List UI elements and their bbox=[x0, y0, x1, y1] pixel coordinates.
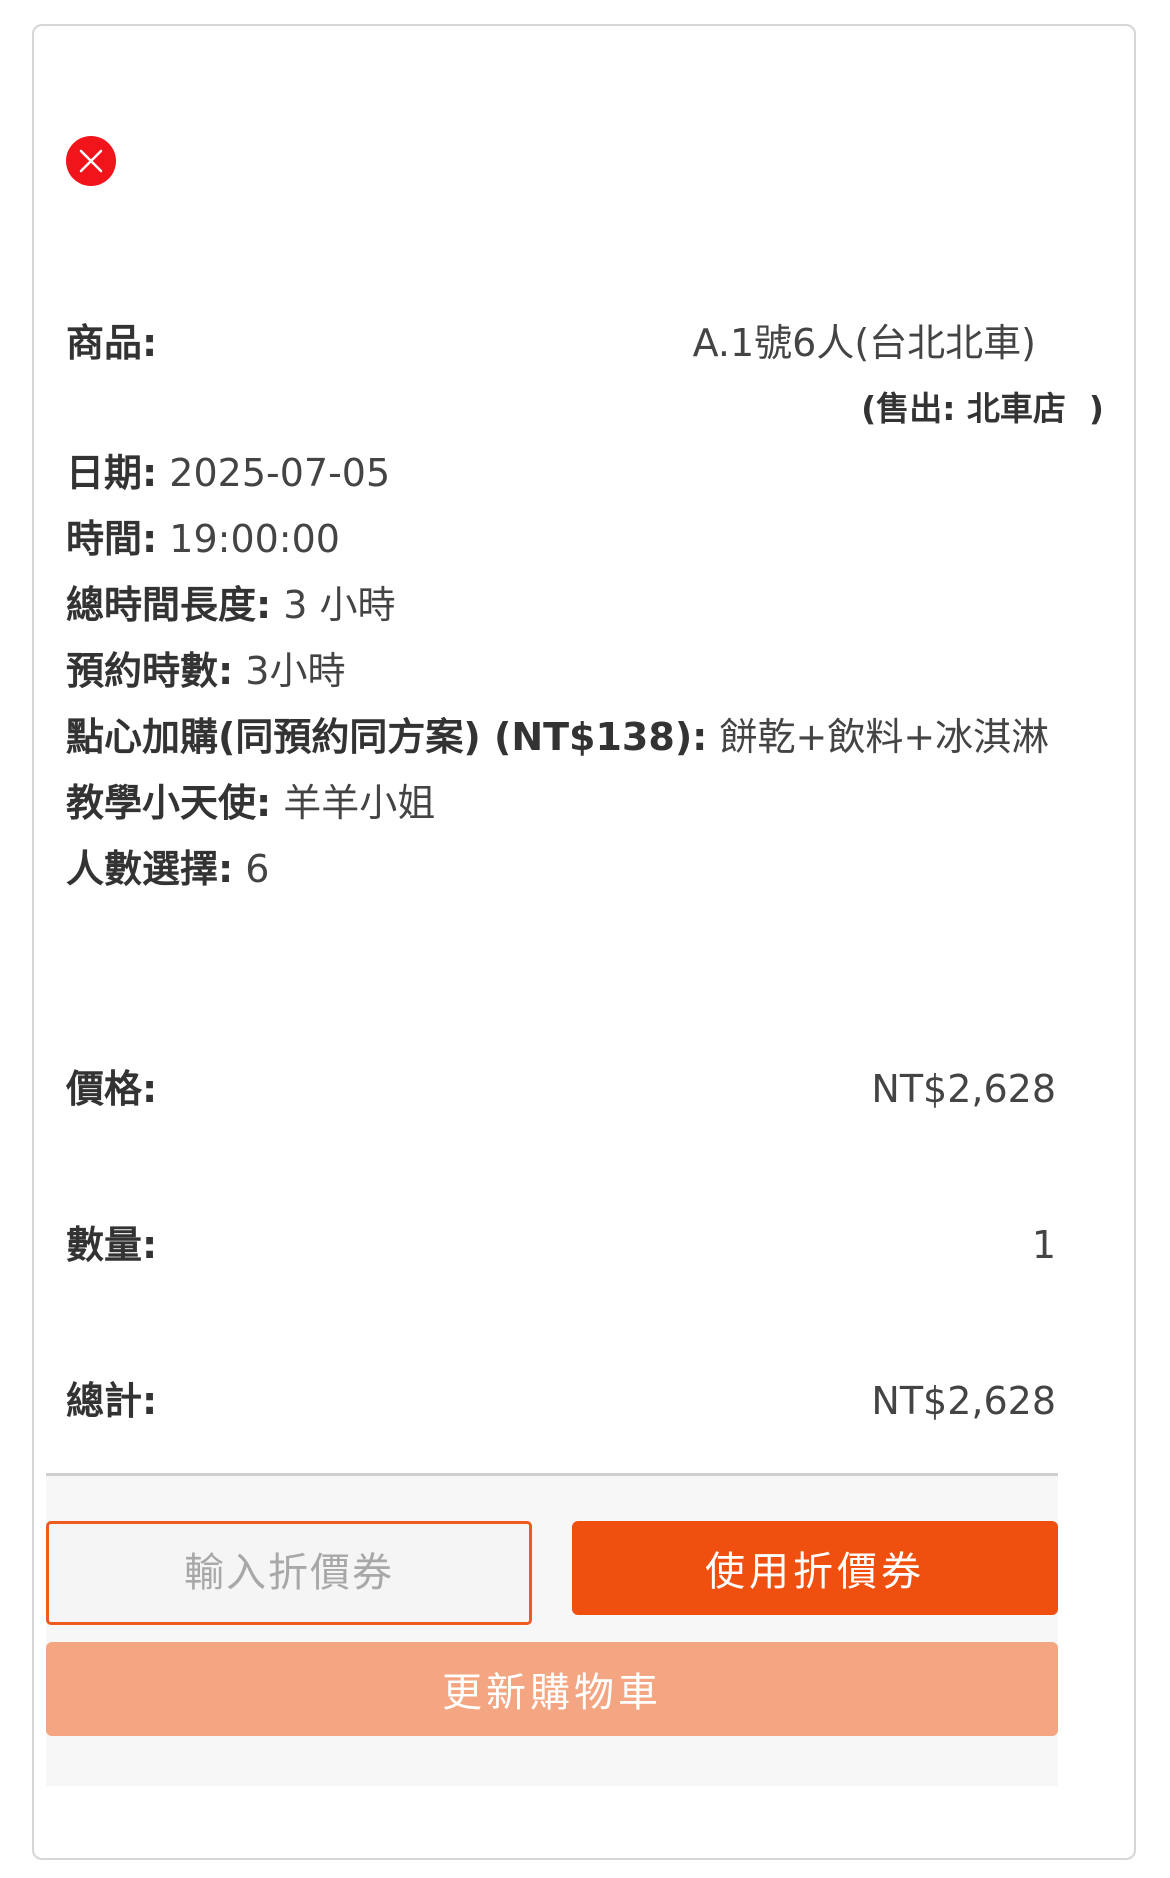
meta-teaching-angel: 教學小天使: 羊羊小姐 bbox=[66, 781, 436, 825]
price-value: NT$2,628 bbox=[871, 1067, 1056, 1111]
meta-time: 時間: 19:00:00 bbox=[66, 517, 340, 561]
meta-headcount: 人數選擇: 6 bbox=[66, 847, 270, 891]
product-meta-list: 日期: 2025-07-05 時間: 19:00:00 總時間長度: 3 小時 … bbox=[66, 440, 1066, 902]
update-cart-button[interactable]: 更新購物車 bbox=[46, 1642, 1058, 1736]
meta-booking-hours: 預約時數: 3小時 bbox=[66, 649, 346, 693]
price-label: 價格: bbox=[66, 1067, 158, 1111]
quantity-row: 數量: 1 bbox=[66, 1214, 1056, 1269]
cart-actions: 使用折價券 更新購物車 bbox=[46, 1476, 1058, 1786]
sold-by-suffix: ) bbox=[1088, 389, 1104, 428]
total-value: NT$2,628 bbox=[871, 1379, 1056, 1423]
sold-by-prefix: (售出: bbox=[861, 389, 956, 428]
product-row: 商品: A.1號6人(台北北車) bbox=[66, 312, 1056, 367]
meta-total-duration: 總時間長度: 3 小時 bbox=[66, 583, 396, 627]
quantity-label: 數量: bbox=[66, 1223, 158, 1267]
apply-coupon-button[interactable]: 使用折價券 bbox=[572, 1521, 1058, 1615]
meta-date: 日期: 2025-07-05 bbox=[66, 451, 391, 495]
total-row: 總計: NT$2,628 bbox=[66, 1370, 1056, 1425]
product-name: A.1號6人(台北北車) bbox=[692, 321, 1036, 365]
remove-item-button[interactable] bbox=[66, 136, 116, 186]
close-x-icon bbox=[79, 149, 103, 173]
price-row: 價格: NT$2,628 bbox=[66, 1058, 1056, 1113]
meta-snack-addon: 點心加購(同預約同方案) (NT$138): 餅乾+飲料+冰淇淋 bbox=[66, 715, 1050, 759]
sold-by: (售出: 北車店 ) bbox=[861, 382, 1104, 430]
product-label: 商品: bbox=[66, 321, 158, 365]
sold-by-store: 北車店 bbox=[966, 389, 1066, 428]
coupon-input[interactable] bbox=[46, 1521, 532, 1625]
quantity-value: 1 bbox=[1031, 1223, 1056, 1267]
total-label: 總計: bbox=[66, 1379, 158, 1423]
